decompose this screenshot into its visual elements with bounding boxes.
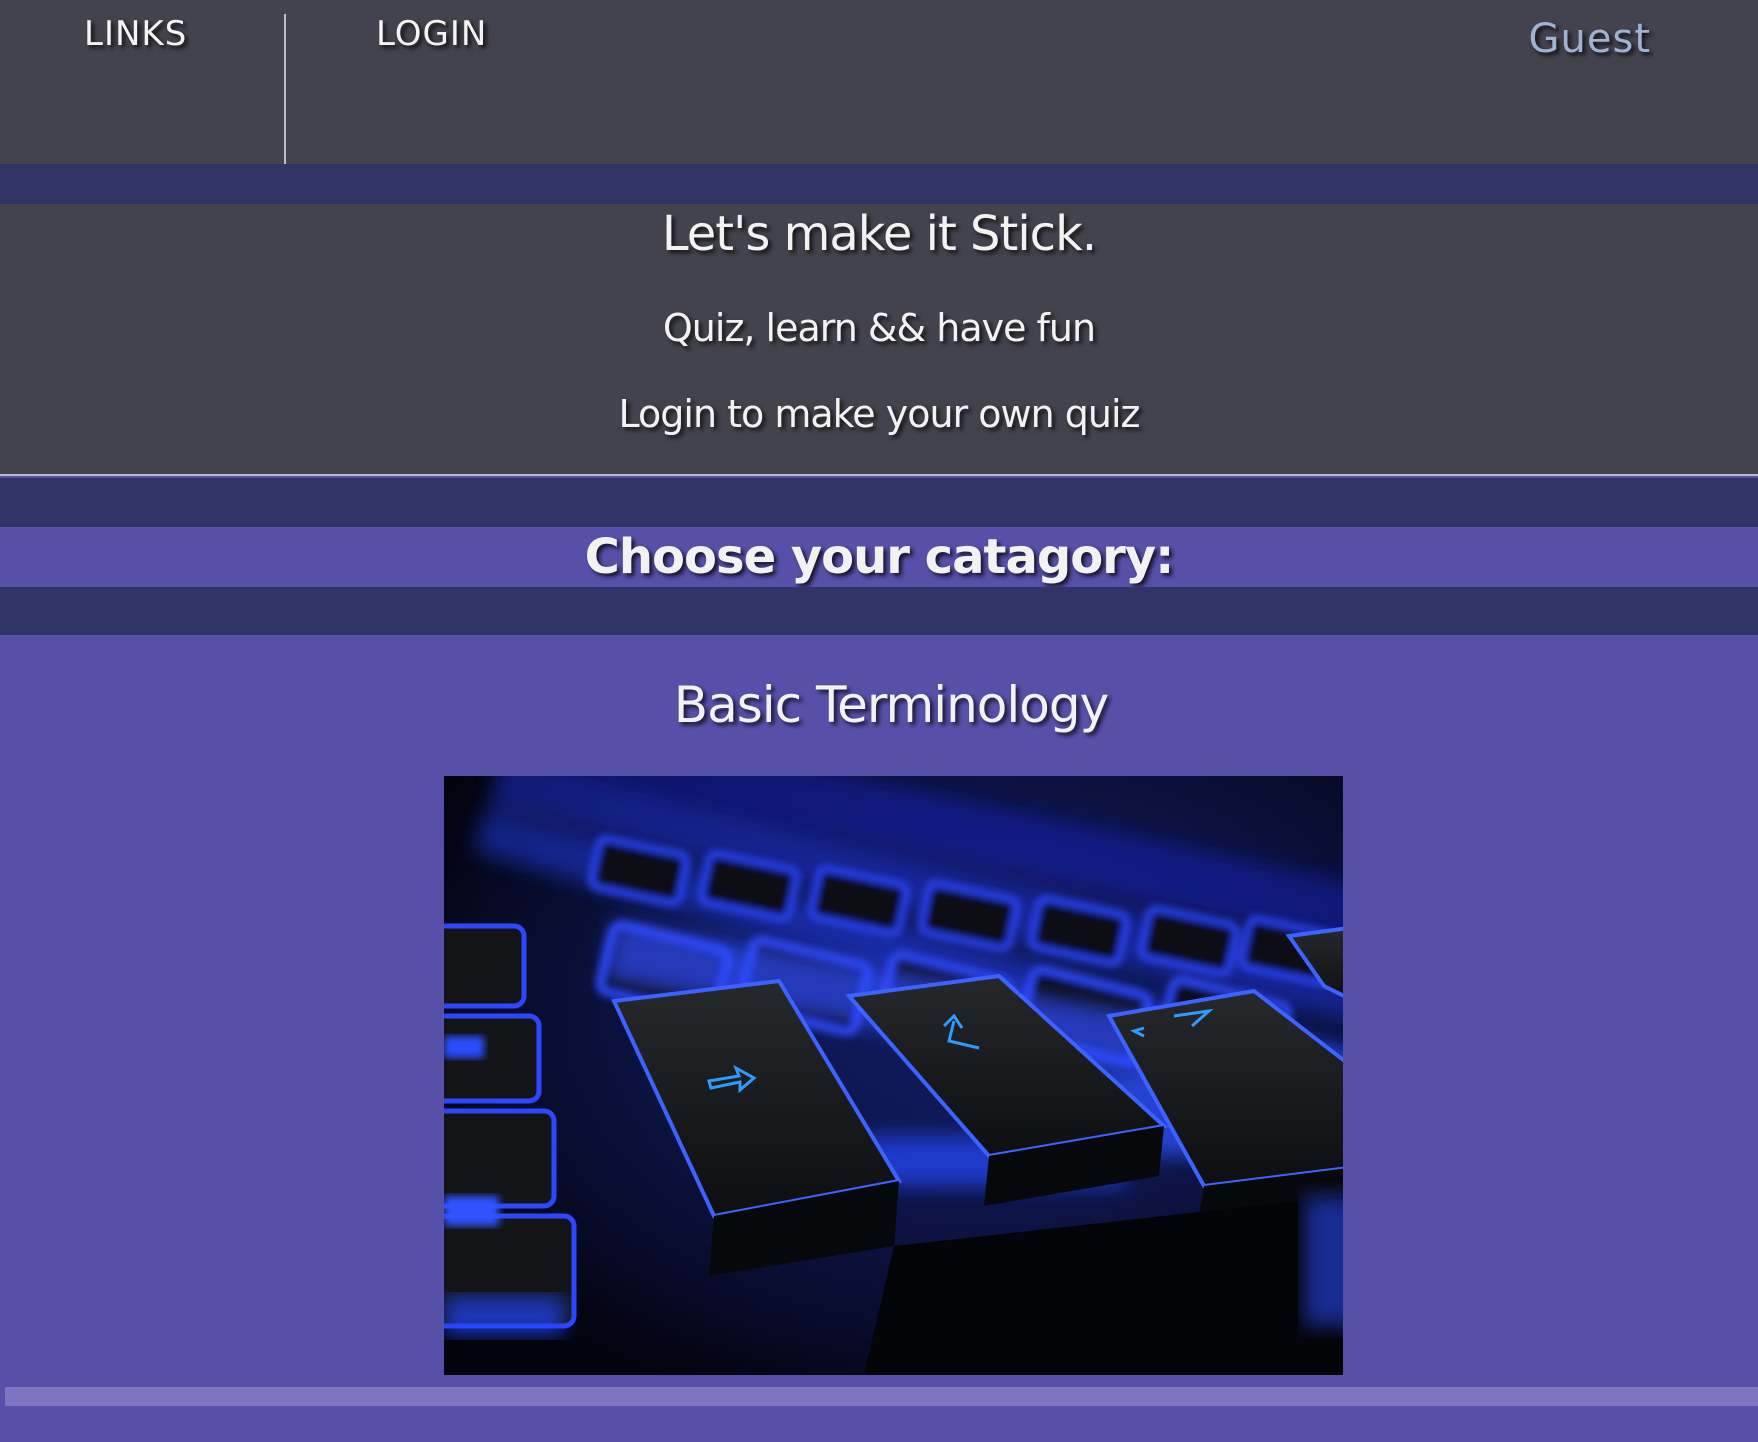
category-band-top	[0, 478, 1758, 527]
current-user-label: Guest	[1528, 16, 1651, 62]
hero-login-prompt: Login to make your own quiz	[618, 392, 1141, 436]
header-band	[0, 164, 1758, 204]
nav-links-link[interactable]: LINKS	[84, 14, 187, 54]
category-image-keyboard[interactable]	[444, 776, 1343, 1375]
nav-divider	[284, 14, 286, 164]
top-navigation-bar: LINKS LOGIN Guest	[0, 0, 1758, 164]
nav-login-link[interactable]: LOGIN	[376, 14, 487, 54]
categories-heading: Choose your catagory:	[0, 527, 1758, 587]
keyboard-photo	[444, 776, 1343, 1375]
category-separator	[5, 1387, 1758, 1406]
hero-title: Let's make it Stick.	[661, 206, 1097, 262]
next-category-title-partial[interactable]	[0, 1426, 1758, 1442]
category-title-basic-terminology[interactable]: Basic Terminology	[0, 676, 1758, 734]
category-band-bottom	[0, 587, 1758, 635]
hero-subtitle: Quiz, learn && have fun	[662, 306, 1096, 350]
